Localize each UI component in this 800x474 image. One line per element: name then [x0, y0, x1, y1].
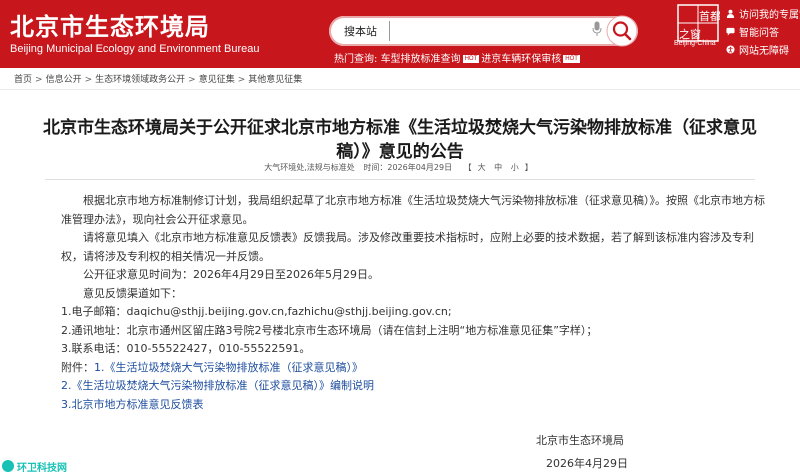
article-paragraph: 请将意见填入《北京市地方标准意见反馈表》反馈我局。涉及修改重要技术指标时，应附上… [61, 231, 754, 263]
font-size-large[interactable]: 大 [478, 163, 486, 172]
page-title: 北京市生态环境局关于公开征求北京市地方标准《生活垃圾焚烧大气污染物排放标准（征求… [43, 118, 757, 162]
search-scope-label[interactable]: 搜本站 [344, 23, 377, 39]
meta-divider [45, 179, 755, 180]
attachment-link-feedback-form[interactable]: 3.北京市地方标准意见反馈表 [61, 398, 204, 411]
watermark-text: 环卫科技网 [17, 462, 67, 474]
site-logo-en: Beijing Municipal Ecology and Environmen… [10, 43, 260, 55]
article-paragraph: 2.通讯地址：北京市通州区留庄路3号院2号楼北京市生态环境局（请在信封上注明“地… [61, 323, 598, 337]
breadcrumb-other-opinion[interactable]: 其他意见征集 [248, 75, 302, 85]
my-space-label: 访问我的专属空间 [739, 9, 800, 21]
hot-queries-label: 热门查询: [334, 54, 378, 65]
hot-queries: 热门查询: 车型排放标准查询 HOT 进京车辆环保审核 HOT [334, 50, 582, 65]
watermark: 环卫科技网 [2, 459, 67, 474]
smart-qa-label: 智能问答 [739, 27, 779, 39]
breadcrumb-separator: > [84, 75, 93, 85]
article-category: 大气环境处,法规与标准处 [264, 163, 355, 172]
hot-link-vehicle-standard[interactable]: 车型排放标准查询 [381, 50, 461, 65]
emblem-char: 首都 [699, 9, 720, 23]
hot-link-vehicle-review[interactable]: 进京车辆环保审核 [481, 50, 561, 65]
accessibility-icon [726, 44, 735, 54]
attachment-line: 2.《生活垃圾焚烧大气污染物排放标准（征求意见稿）》编制说明 [61, 377, 766, 396]
hot-badge: HOT [563, 55, 580, 63]
article-date: 时间：2026年04月29日 [363, 163, 453, 172]
watermark-logo-icon [2, 460, 14, 472]
font-size-switcher: 【大 中 小】 [461, 163, 536, 172]
bracket: 】 [524, 163, 533, 172]
header-right-links: 访问我的专属空间 智能问答 网站无障碍 [726, 4, 800, 58]
article-paragraph: 根据北京市地方标准制修订计划，我局组织起草了北京市地方标准《生活垃圾焚烧大气污染… [61, 194, 765, 226]
breadcrumb: 首页 > 信息公开 > 生态环境领域政务公开 > 意见征集 > 其他意见征集 [0, 72, 800, 90]
microphone-icon[interactable] [592, 21, 602, 37]
smart-qa-link[interactable]: 智能问答 [726, 22, 800, 40]
attachments-label: 附件： [61, 360, 94, 374]
attachment-line: 3.北京市地方标准意见反馈表 [61, 396, 766, 415]
site-logo-cn[interactable]: 北京市生态环境局 [10, 7, 210, 42]
font-size-small[interactable]: 小 [511, 163, 519, 172]
breadcrumb-separator: > [35, 75, 43, 85]
article-paragraph: 3.联系电话：010-55522427，010-55522591。 [61, 342, 311, 355]
breadcrumb-home[interactable]: 首页 [14, 75, 32, 85]
breadcrumb-separator: > [237, 75, 246, 85]
accessibility-link[interactable]: 网站无障碍 [726, 40, 800, 58]
bracket: 【 [463, 163, 472, 172]
signature-date: 2026年4月29日 [546, 457, 628, 470]
chat-icon [726, 27, 735, 36]
article-paragraph: 意见反馈渠道如下： [83, 286, 182, 300]
breadcrumb-gov-affairs[interactable]: 生态环境领域政务公开 [95, 75, 185, 85]
emblem-caption: Beijing-China [674, 40, 716, 47]
hot-badge: HOT [462, 55, 480, 63]
article-paragraph: 1.电子邮箱：daqichu@sthjj.beijing.gov.cn,fazh… [61, 305, 452, 318]
search-input[interactable] [389, 21, 568, 41]
emblem-char: 之窗 [679, 27, 701, 41]
attachment-link-standard[interactable]: 1.《生活垃圾焚烧大气污染物排放标准（征求意见稿）》 [94, 361, 363, 374]
site-header: 北京市生态环境局 Beijing Municipal Ecology and E… [0, 0, 800, 68]
signature: 北京市生态环境局 [536, 434, 624, 447]
accessibility-label: 网站无障碍 [739, 45, 789, 57]
article-paragraph: 公开征求意见时间为：2026年4月29日至2026年5月29日。 [83, 268, 379, 281]
breadcrumb-info-disclosure[interactable]: 信息公开 [46, 75, 82, 85]
breadcrumb-separator: > [188, 75, 196, 85]
attachment-link-explanation[interactable]: 2.《生活垃圾焚烧大气污染物排放标准（征求意见稿）》编制说明 [61, 379, 374, 392]
breadcrumb-opinion-collection[interactable]: 意见征集 [199, 75, 235, 85]
article-meta: 大气环境处,法规与标准处 时间：2026年04月29日 【大 中 小】 [0, 162, 800, 177]
font-size-medium[interactable]: 中 [494, 163, 502, 172]
article-body: 根据北京市地方标准制修订计划，我局组织起草了北京市地方标准《生活垃圾焚烧大气污染… [61, 192, 766, 414]
user-icon [726, 9, 735, 18]
attachment-line: 附件：1.《生活垃圾焚烧大气污染物排放标准（征求意见稿）》 [61, 359, 766, 378]
search-icon[interactable] [606, 15, 638, 47]
my-space-link[interactable]: 访问我的专属空间 [726, 4, 800, 22]
